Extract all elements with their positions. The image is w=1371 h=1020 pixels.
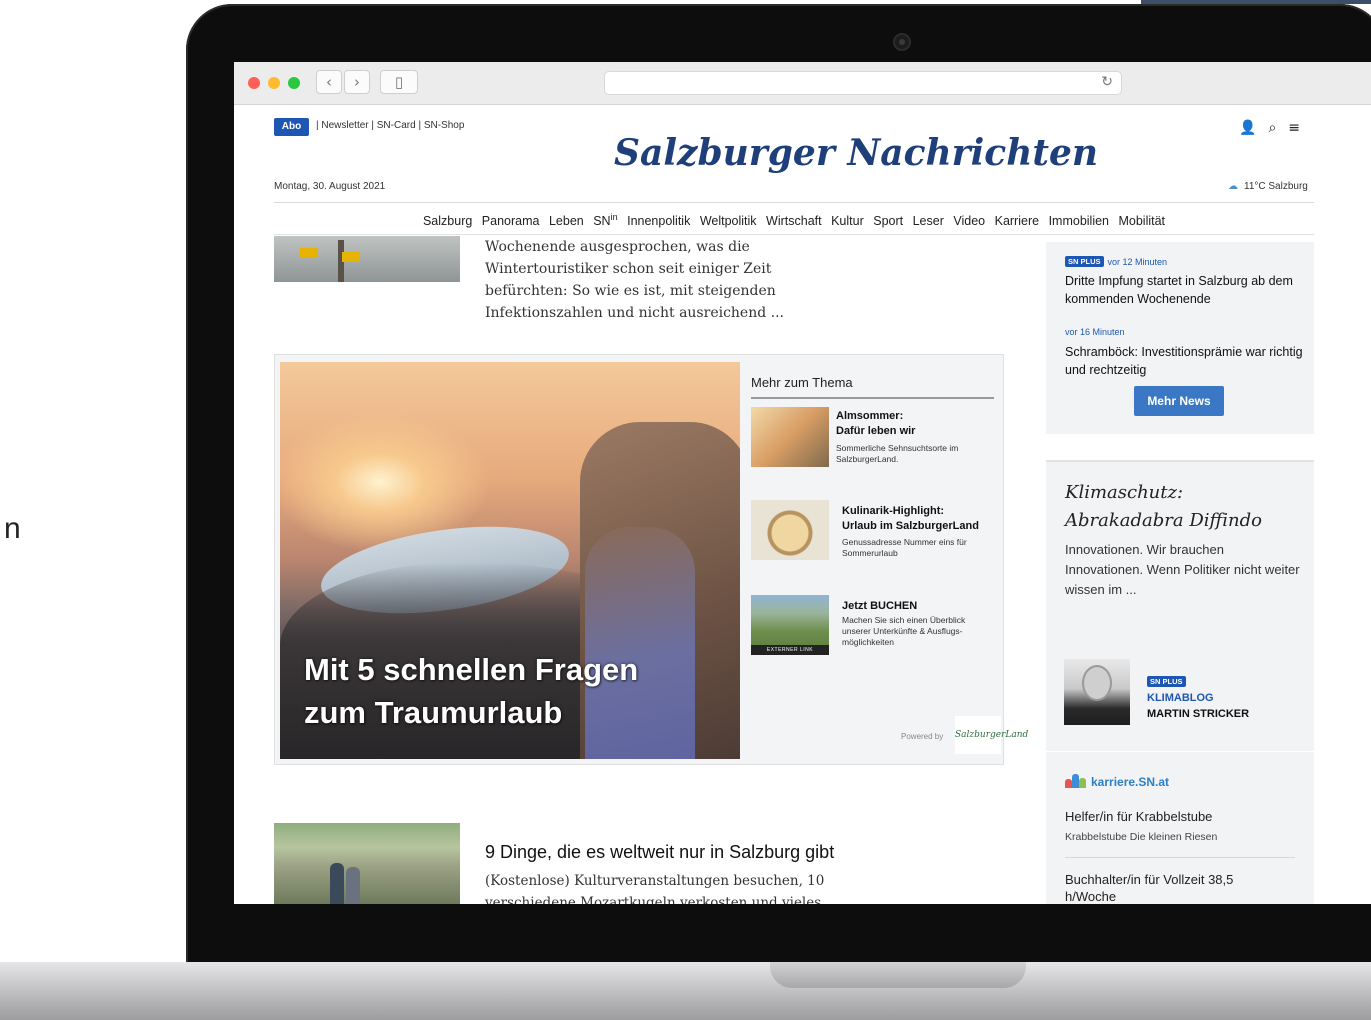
nav-item-sport[interactable]: Sport: [873, 214, 903, 228]
laptop-base: [0, 962, 1371, 1020]
nav-item-immobilien[interactable]: Immobilien: [1049, 214, 1109, 228]
jobs-divider: [1065, 857, 1295, 858]
kulinarik-thumbnail[interactable]: [751, 500, 829, 560]
browser-screen: ‹ › ▯ ↻ Abo | Newsletter | SN-Card | SN-…: [234, 62, 1371, 904]
salzburgerland-logo[interactable]: SalzburgerLand: [955, 716, 1028, 754]
news-item-1-time: vor 12 Minuten: [1107, 257, 1168, 267]
weather-text: 11°C Salzburg: [1244, 181, 1308, 192]
nav-item-leser[interactable]: Leser: [913, 214, 944, 228]
nav-item-weltpolitik[interactable]: Weltpolitik: [700, 214, 757, 228]
header-icons: 👤 ⌕ ≡: [1239, 120, 1312, 136]
search-icon[interactable]: ⌕: [1268, 120, 1276, 136]
almsommer-headline-1: Almsommer:: [836, 410, 904, 422]
article-thumbnail-salzburg[interactable]: [274, 823, 460, 904]
kulinarik-headline[interactable]: Kulinarik-Highlight: Urlaub im Salzburge…: [842, 504, 979, 534]
laptop-notch: [770, 962, 1026, 988]
maximize-window-button[interactable]: [288, 77, 300, 89]
job-2-title[interactable]: Buchhalter/in für Vollzeit 38,5: [1065, 871, 1233, 889]
people-icon: [1065, 774, 1087, 788]
reload-icon[interactable]: ↻: [1101, 74, 1113, 90]
user-icon[interactable]: 👤: [1239, 120, 1256, 136]
close-window-button[interactable]: [248, 77, 260, 89]
article-thumbnail-chairlift[interactable]: [274, 236, 460, 282]
news-item-2-time: vor 16 Minuten: [1065, 327, 1125, 337]
buchen-subtitle: Machen Sie sich einen Überblick unserer …: [842, 615, 966, 647]
blog-author[interactable]: MARTIN STRICKER: [1147, 708, 1249, 720]
job-2-title-cont[interactable]: h/Woche: [1065, 888, 1116, 904]
blog-teaser[interactable]: Innovationen. Wir brauchen Innovationen.…: [1065, 540, 1300, 600]
sidebar-toggle-icon[interactable]: ▯: [380, 70, 418, 94]
karriere-logo[interactable]: karriere.SN.at: [1065, 774, 1169, 789]
nav-item-snin[interactable]: SNin: [593, 212, 618, 229]
sn-plus-badge: SN PLUS: [1065, 256, 1104, 267]
news-item-1-meta: SN PLUS vor 12 Minuten: [1065, 256, 1167, 267]
header-divider: [274, 202, 1314, 203]
forward-icon[interactable]: ›: [344, 70, 370, 94]
nav-item-mobilitaet[interactable]: Mobilität: [1118, 214, 1165, 228]
nav-item-sn-sup: in: [610, 212, 618, 222]
cloud-icon: ☁: [1228, 181, 1238, 192]
cropped-background-text: n: [4, 512, 21, 545]
external-link-badge: EXTERNER LINK: [751, 645, 829, 655]
karriere-logo-text: karriere.SN.at: [1091, 775, 1170, 789]
nav-item-panorama[interactable]: Panorama: [482, 214, 540, 228]
abo-button[interactable]: Abo: [274, 118, 309, 136]
site-logo[interactable]: Salzburger Nachrichten: [614, 132, 1098, 174]
promo-headline[interactable]: Mit 5 schnellen Fragen zum Traumurlaub: [304, 648, 638, 734]
top-links[interactable]: | Newsletter | SN-Card | SN-Shop: [316, 120, 464, 131]
almsommer-headline[interactable]: Almsommer: Dafür leben wir: [836, 409, 915, 439]
article-teaser-2[interactable]: (Kostenlose) Kulturveranstaltungen besuc…: [485, 870, 855, 904]
news-item-1-headline[interactable]: Dritte Impfung startet in Salzburg ab de…: [1065, 272, 1310, 308]
promo-headline-line1: Mit 5 schnellen Fragen: [304, 652, 639, 687]
nav-item-salzburg[interactable]: Salzburg: [423, 214, 472, 228]
weather-widget[interactable]: ☁ 11°C Salzburg: [1228, 181, 1308, 192]
current-date: Montag, 30. August 2021: [274, 181, 386, 192]
promo-headline-line2: zum Traumurlaub: [304, 695, 563, 730]
menu-icon[interactable]: ≡: [1288, 120, 1300, 136]
author-avatar[interactable]: [1064, 659, 1130, 725]
blog-badge-wrap: SN PLUS: [1147, 672, 1190, 690]
kulinarik-headline-2: Urlaub im SalzburgerLand: [842, 520, 979, 532]
back-icon[interactable]: ‹: [316, 70, 342, 94]
sn-plus-badge: SN PLUS: [1147, 676, 1186, 687]
nav-item-sn-label: SN: [593, 214, 611, 229]
article-teaser[interactable]: Wochenende ausgesprochen, was die Winter…: [485, 236, 855, 324]
address-bar[interactable]: ↻: [604, 71, 1122, 95]
browser-toolbar: ‹ › ▯ ↻: [234, 62, 1371, 105]
buchen-thumbnail[interactable]: EXTERNER LINK: [751, 595, 829, 655]
nav-item-leben[interactable]: Leben: [549, 214, 584, 228]
job-1-title[interactable]: Helfer/in für Krabbelstube: [1065, 808, 1212, 826]
news-item-2-headline[interactable]: Schramböck: Investitionsprämie war richt…: [1065, 343, 1310, 379]
more-news-button[interactable]: Mehr News: [1134, 386, 1224, 416]
minimize-window-button[interactable]: [268, 77, 280, 89]
blog-category[interactable]: KLIMABLOG: [1147, 692, 1214, 704]
nav-item-video[interactable]: Video: [953, 214, 985, 228]
nav-item-kultur[interactable]: Kultur: [831, 214, 864, 228]
job-1-company: Krabbelstube Die kleinen Riesen: [1065, 831, 1218, 843]
almsommer-headline-2: Dafür leben wir: [836, 425, 916, 437]
powered-by-label: Powered by: [901, 732, 944, 741]
nav-item-karriere[interactable]: Karriere: [995, 214, 1039, 228]
kulinarik-subtitle: Genussadresse Nummer eins für Sommerurla…: [842, 537, 967, 558]
more-topic-rule: [751, 397, 994, 399]
camera-icon: [893, 33, 911, 51]
kulinarik-headline-1: Kulinarik-Highlight:: [842, 505, 945, 517]
main-navigation: Salzburg Panorama Leben SNin Innenpoliti…: [274, 212, 1314, 228]
nav-item-innenpolitik[interactable]: Innenpolitik: [627, 214, 690, 228]
more-topic-heading: Mehr zum Thema: [751, 375, 853, 390]
article-headline[interactable]: 9 Dinge, die es weltweit nur in Salzburg…: [485, 842, 834, 863]
blog-title[interactable]: Klimaschutz: Abrakadabra Diffindo: [1065, 479, 1305, 535]
nav-divider: [274, 234, 1314, 235]
buchen-headline[interactable]: Jetzt BUCHEN: [842, 599, 917, 614]
nav-item-wirtschaft[interactable]: Wirtschaft: [766, 214, 822, 228]
almsommer-subtitle: Sommerliche Sehnsuchtsorte im Salzburger…: [836, 443, 959, 464]
almsommer-thumbnail[interactable]: [751, 407, 829, 467]
